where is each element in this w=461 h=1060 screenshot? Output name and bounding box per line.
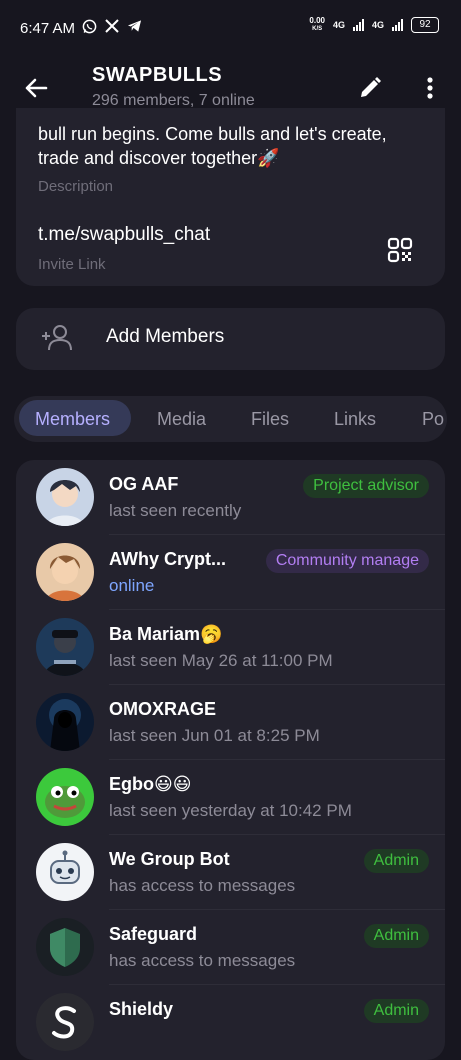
member-status: last seen recently [109,501,242,520]
tab-polls[interactable]: Po [422,409,444,430]
member-name: Ba Mariam🥱 [109,624,223,644]
tab-media[interactable]: Media [157,409,206,430]
member-status: online [109,576,155,595]
qr-code-icon [387,237,413,263]
more-options-button[interactable] [418,74,442,102]
telegram-icon [127,19,142,37]
avatar [36,693,94,751]
member-status: has access to messages [109,876,296,895]
battery-icon: 92 [411,17,439,33]
member-row[interactable]: OMOXRAGE last seen Jun 01 at 8:25 PM [16,685,445,760]
member-row[interactable]: OG AAF last seen recently Project adviso… [16,460,445,535]
network-type-1: 4G [332,20,345,30]
arrow-left-icon [25,78,48,98]
whatsapp-icon [82,19,97,37]
group-description: bull run begins. Come bulls and let's cr… [38,124,387,168]
pencil-icon [361,77,381,97]
avatar [36,468,94,526]
member-row[interactable]: AWhy Crypt... online Community manage [16,535,445,610]
add-user-icon [40,322,74,354]
tab-files[interactable]: Files [251,409,289,430]
signal-icon [352,19,364,31]
invite-link[interactable]: t.me/swapbulls_chat [38,224,210,246]
status-time: 6:47 AM [20,20,76,37]
signal-icon [392,19,403,31]
media-tabs: Members Media Files Links Po [14,396,447,442]
member-status: last seen May 26 at 11:00 PM [109,651,333,670]
member-name: Egbo😃😃 [109,774,192,794]
avatar [36,768,94,826]
avatar [36,618,94,676]
member-row[interactable]: Shieldy Admin [16,985,445,1060]
member-status: has access to messages [109,951,296,970]
role-badge: Project advisor [303,474,429,498]
member-name: Safeguard [109,924,198,944]
group-info-card: bull run begins. Come bulls and let's cr… [16,108,445,286]
member-name: AWhy Crypt... [109,549,227,569]
member-name: OMOXRAGE [109,699,217,719]
member-status: last seen yesterday at 10:42 PM [109,801,352,820]
member-name: Shieldy [109,999,174,1019]
status-right: 0.00 K/S 4G 4G 92 [309,17,439,33]
member-name: We Group Bot [109,849,230,869]
back-button[interactable] [20,72,52,104]
role-badge: Community manage [265,549,429,573]
avatar [36,918,94,976]
avatar [36,543,94,601]
member-row[interactable]: We Group Bot has access to messages Admi… [16,835,445,910]
status-bar: 6:47 AM 0.00 K/S 4G 4G 92 [0,0,461,56]
member-row[interactable]: Ba Mariam🥱 last seen May 26 at 11:00 PM [16,610,445,685]
network-type-2: 4G [371,20,384,30]
role-badge: Admin [363,849,429,873]
member-name: OG AAF [109,474,179,494]
invite-link-label: Invite Link [38,256,106,273]
group-title: SWAPBULLS [92,64,223,86]
network-speed: 0.00 K/S [309,16,325,33]
tab-links[interactable]: Links [334,409,376,430]
add-members-label: Add Members [106,326,225,347]
role-badge: Admin [363,924,429,948]
add-members-button[interactable]: Add Members [16,308,445,370]
avatar [36,843,94,901]
member-status: last seen Jun 01 at 8:25 PM [109,726,320,745]
role-badge: Admin [363,999,429,1023]
qr-code-button[interactable] [386,236,414,264]
x-icon [105,19,119,37]
tab-members[interactable]: Members [35,409,110,430]
notification-icons [82,19,142,37]
members-list: OG AAF last seen recently Project adviso… [16,460,445,1060]
edit-button[interactable] [356,74,384,102]
avatar [36,993,94,1051]
member-row[interactable]: Safeguard has access to messages Admin [16,910,445,985]
more-vertical-icon [427,77,433,99]
description-label: Description [38,178,114,195]
member-row[interactable]: Egbo😃😃 last seen yesterday at 10:42 PM [16,760,445,835]
